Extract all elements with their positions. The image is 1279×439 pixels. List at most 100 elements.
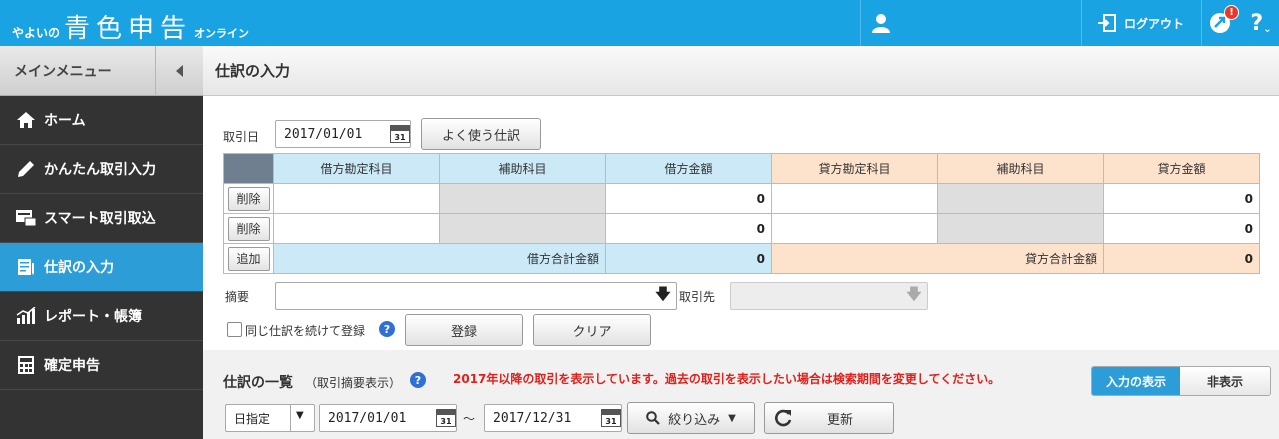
logout-icon (1097, 14, 1116, 32)
delete-row-button[interactable]: 削除 (227, 216, 270, 241)
debit-total-label: 借方合計金額 (273, 243, 606, 274)
pencil-icon (16, 159, 36, 179)
debit-sub-cell (439, 213, 606, 244)
debit-sub-cell (439, 183, 606, 214)
debit-total-value: 0 (605, 243, 772, 274)
brand-main: 青色申告 (64, 14, 193, 44)
entry-visibility-toggle: 入力の表示 非表示 (1091, 366, 1271, 396)
caret-down-icon: ▼ (296, 410, 304, 421)
column-header: 借方勘定科目 (273, 153, 440, 184)
main-menu-title: メインメニュー (14, 63, 112, 80)
notification-badge: ! (1224, 5, 1239, 20)
brand-logo[interactable]: やよいの 青色申告 オンライン (12, 8, 249, 45)
summary-input[interactable]: 🡇 (275, 282, 677, 310)
page-title: 仕訳の入力 (203, 46, 1279, 96)
top-bar: やよいの 青色申告 オンライン ログアウト ! ? ⌄ (0, 0, 1279, 46)
table-corner (223, 153, 274, 184)
sidebar-item-label: 仕訳の入力 (44, 260, 114, 276)
calendar-icon[interactable]: 31 (436, 409, 456, 427)
caret-down-icon: ▼ (728, 412, 736, 424)
credit-account-cell[interactable] (771, 183, 938, 214)
refresh-label: 更新 (827, 412, 854, 428)
debit-amount-cell[interactable]: 0 (605, 213, 772, 244)
frequent-entries-button[interactable]: よく使う仕訳 (421, 118, 541, 150)
list-subtitle: （取引摘要表示） (305, 376, 402, 390)
sidebar: メインメニュー ホーム かんたん取引入力 スマート取引取込 仕訳の入力 レポート… (0, 45, 203, 439)
journal-icon (16, 257, 36, 277)
logout-button[interactable]: ログアウト (1082, 0, 1200, 46)
register-button[interactable]: 登録 (405, 314, 523, 346)
debit-amount-cell[interactable]: 0 (605, 183, 772, 214)
help-menu-button[interactable]: ? ⌄ (1243, 0, 1279, 46)
period-type-value: 日指定 (234, 411, 271, 426)
divider (860, 0, 861, 46)
add-row-button[interactable]: 追加 (227, 246, 270, 271)
main-menu-header: メインメニュー (0, 45, 203, 96)
date-value: 2017/01/01 (284, 126, 363, 142)
table-row: 削除 0 0 (223, 213, 1260, 244)
journal-table: 借方勘定科目 補助科目 借方金額 貸方勘定科目 補助科目 貸方金額 削除 0 0… (223, 153, 1260, 274)
delete-row-button[interactable]: 削除 (227, 186, 270, 211)
notification-button[interactable]: ! (1202, 0, 1239, 46)
filter-label: 絞り込み (668, 412, 721, 428)
period-type-select[interactable]: 日指定 ▼ (225, 404, 315, 432)
arrow-down-icon: 🡇 (906, 284, 922, 303)
date-label: 取引日 (223, 130, 260, 144)
partner-label: 取引先 (679, 290, 716, 304)
credit-account-cell[interactable] (771, 213, 938, 244)
show-entry-option[interactable]: 入力の表示 (1092, 367, 1180, 395)
date-from-value: 2017/01/01 (328, 410, 407, 426)
sidebar-item-label: ホーム (44, 113, 86, 129)
sidebar-item-easy-entry[interactable]: かんたん取引入力 (0, 145, 203, 194)
sidebar-item-reports[interactable]: レポート・帳簿 (0, 292, 203, 341)
help-icon: ? (1250, 10, 1264, 36)
hide-entry-option[interactable]: 非表示 (1180, 367, 1270, 395)
credit-total-label: 貸方合計金額 (771, 243, 1104, 274)
column-header: 借方金額 (605, 153, 772, 184)
sidebar-item-smart-import[interactable]: スマート取引取込 (0, 194, 203, 243)
row-action-cell: 追加 (223, 243, 274, 274)
search-icon (646, 411, 660, 425)
chevron-left-icon (175, 64, 183, 77)
logout-label: ログアウト (1123, 16, 1184, 31)
calendar-icon[interactable]: 31 (601, 409, 621, 427)
credit-total-value: 0 (1103, 243, 1260, 274)
debit-account-cell[interactable] (273, 213, 440, 244)
sidebar-item-label: レポート・帳簿 (44, 309, 142, 325)
sidebar-item-label: 確定申告 (44, 358, 100, 374)
repeat-entry-label: 同じ仕訳を続けて登録 (245, 324, 366, 338)
refresh-icon (775, 409, 792, 427)
calendar-icon[interactable]: 31 (390, 125, 410, 143)
summary-label: 摘要 (225, 290, 250, 304)
credit-sub-cell (937, 213, 1104, 244)
table-header-row: 借方勘定科目 補助科目 借方金額 貸方勘定科目 補助科目 貸方金額 (223, 153, 1260, 184)
repeat-entry-checkbox[interactable] (227, 322, 242, 337)
chart-icon (16, 306, 36, 326)
debit-account-cell[interactable] (273, 183, 440, 214)
main-content: 仕訳の入力 取引日 2017/01/01 31 よく使う仕訳 借方勘定科目 補助… (203, 46, 1279, 439)
row-action-cell: 削除 (223, 213, 274, 244)
help-icon[interactable]: ? (379, 321, 395, 337)
clear-button[interactable]: クリア (533, 314, 651, 346)
credit-amount-cell[interactable]: 0 (1103, 213, 1260, 244)
period-notice: 2017年以降の取引を表示しています。過去の取引を表示したい場合は検索期間を変更… (453, 372, 1001, 386)
credit-sub-cell (937, 183, 1104, 214)
arrow-down-icon[interactable]: 🡇 (650, 283, 676, 309)
collapse-menu-button[interactable] (155, 45, 203, 96)
sidebar-item-tax-return[interactable]: 確定申告 (0, 341, 203, 390)
sidebar-item-journal-entry[interactable]: 仕訳の入力 (0, 243, 203, 292)
help-icon[interactable]: ? (410, 372, 426, 388)
table-row: 削除 0 0 (223, 183, 1260, 214)
calculator-icon (16, 355, 36, 375)
import-icon (16, 208, 36, 228)
brand-prefix: やよいの (12, 26, 61, 40)
date-to-value: 2017/12/31 (493, 410, 572, 426)
credit-amount-cell[interactable]: 0 (1103, 183, 1260, 214)
refresh-button[interactable]: 更新 (764, 402, 894, 434)
filter-button[interactable]: 絞り込み ▼ (627, 402, 755, 434)
user-button[interactable] (862, 0, 900, 46)
column-header: 補助科目 (937, 153, 1104, 184)
chevron-down-icon: ⌄ (1263, 23, 1272, 35)
sidebar-item-home[interactable]: ホーム (0, 96, 203, 145)
brand-suffix: オンライン (194, 27, 250, 40)
